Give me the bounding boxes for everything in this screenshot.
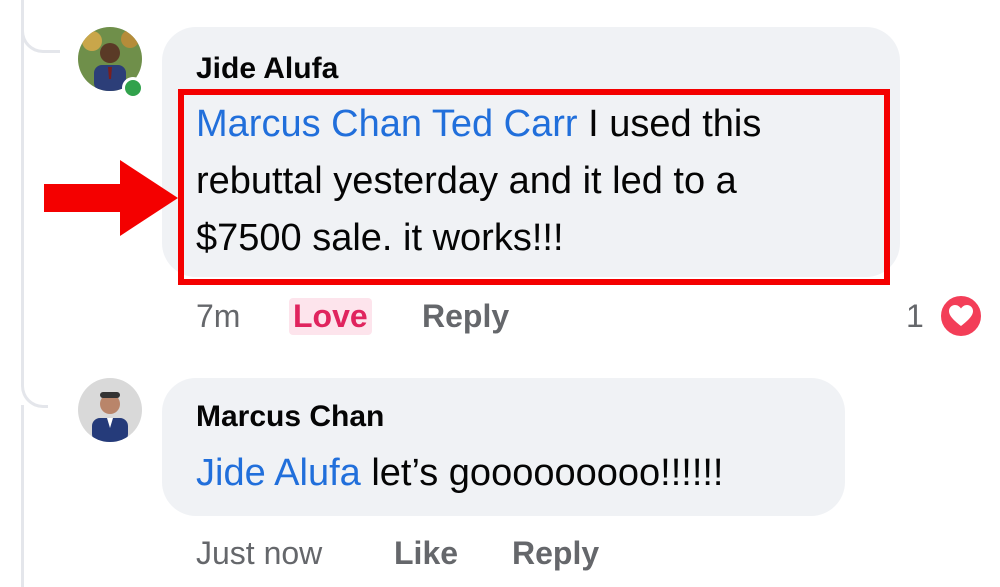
avatar-marcus-chan[interactable]: [78, 378, 142, 442]
comment-timestamp[interactable]: Just now: [196, 535, 322, 572]
reply-button[interactable]: Reply: [422, 298, 509, 335]
online-status-indicator: [122, 77, 144, 99]
thread-connector-line: [21, 405, 24, 587]
reply-button[interactable]: Reply: [512, 535, 599, 572]
comment-line-text: let’s gooooooooo!!!!!!: [360, 452, 724, 494]
comment-timestamp[interactable]: 7m: [196, 298, 240, 335]
reaction-count[interactable]: 1: [906, 298, 924, 335]
heart-icon[interactable]: [938, 293, 984, 339]
like-button[interactable]: Like: [394, 535, 458, 572]
love-button[interactable]: Love: [289, 298, 372, 335]
comment-author[interactable]: Jide Alufa: [196, 52, 338, 86]
comment-text: Jide Alufa let’s gooooooooo!!!!!!: [196, 445, 724, 502]
mention-link[interactable]: Jide Alufa: [196, 452, 361, 494]
highlight-box: [178, 89, 890, 285]
comment-thread: Jide Alufa Marcus Chan Ted Carr I used t…: [0, 0, 1000, 587]
comment-author[interactable]: Marcus Chan: [196, 400, 384, 434]
arrow-right-icon: [44, 160, 184, 241]
